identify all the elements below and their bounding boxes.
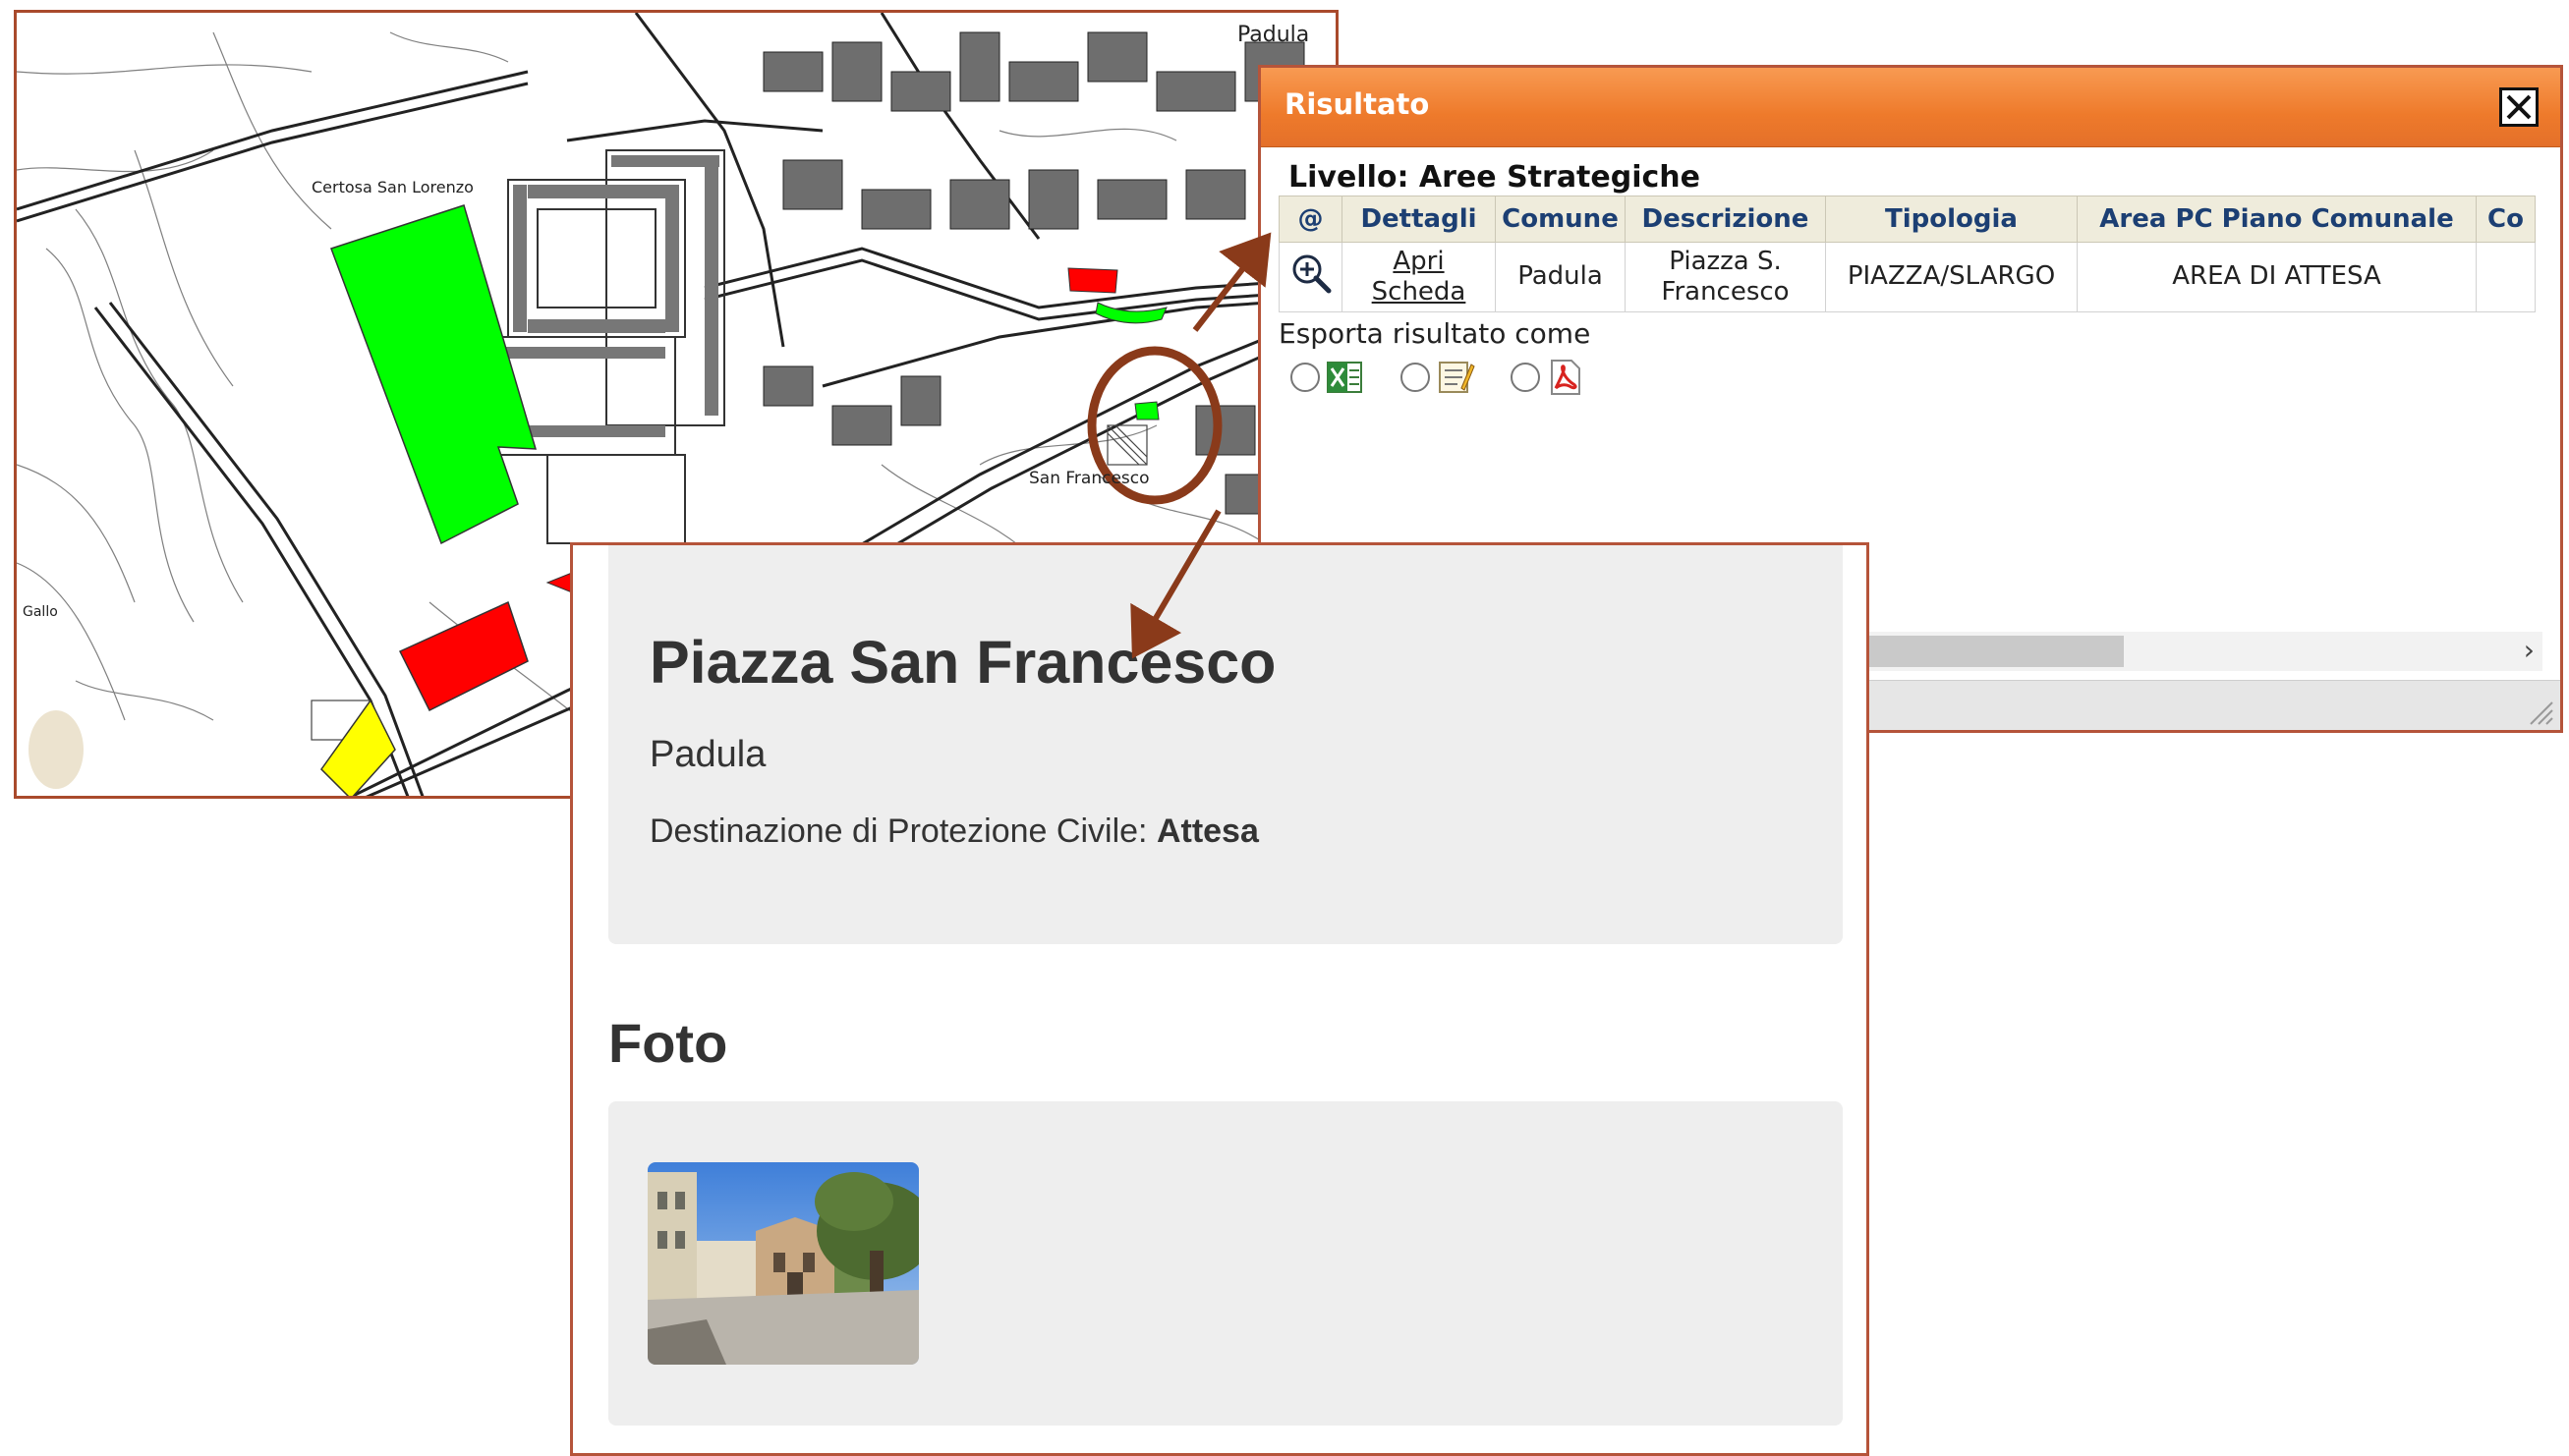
dettagli-cell: Apri Scheda bbox=[1342, 242, 1496, 312]
descrizione-line2: Francesco bbox=[1661, 277, 1790, 307]
text-icon bbox=[1439, 362, 1475, 393]
destinazione-label: Destinazione di Protezione Civile: bbox=[650, 812, 1148, 850]
result-table: @ Dettagli Comune Descrizione Tipologia … bbox=[1279, 196, 2536, 312]
map-label-gallo: Gallo bbox=[23, 604, 58, 620]
photo-thumbnail[interactable] bbox=[648, 1162, 919, 1365]
export-pdf-radio[interactable] bbox=[1511, 363, 1540, 392]
resize-grip-icon[interactable] bbox=[2525, 697, 2554, 726]
map-label-padula: Padula bbox=[1237, 23, 1310, 47]
apri-scheda-link[interactable]: Apri Scheda bbox=[1372, 247, 1466, 307]
level-label: Livello: Aree Strategiche bbox=[1288, 160, 1700, 195]
info-box: Piazza San Francesco Padula Destinazione… bbox=[608, 545, 1843, 944]
table-row: Apri Scheda Padula Piazza S. Francesco P… bbox=[1279, 242, 2536, 312]
descrizione-cell: Piazza S. Francesco bbox=[1625, 242, 1826, 312]
map-label-certosa: Certosa San Lorenzo bbox=[312, 178, 474, 196]
export-text-radio[interactable] bbox=[1400, 363, 1430, 392]
tipologia-cell: PIAZZA/SLARGO bbox=[1825, 242, 2078, 312]
pdf-icon bbox=[1551, 360, 1580, 395]
export-option-pdf[interactable] bbox=[1511, 359, 1585, 396]
place-comune: Padula bbox=[650, 734, 767, 775]
column-header-descrizione[interactable]: Descrizione bbox=[1625, 196, 1826, 243]
close-button[interactable] bbox=[2499, 87, 2539, 127]
zoom-cell[interactable] bbox=[1279, 242, 1342, 312]
export-options bbox=[1290, 359, 1585, 396]
column-header-area-pc[interactable]: Area PC Piano Comunale bbox=[2077, 196, 2477, 243]
excel-icon bbox=[1327, 362, 1362, 393]
column-header-co[interactable]: Co bbox=[2476, 196, 2536, 243]
comune-cell: Padula bbox=[1495, 242, 1626, 312]
destinazione-line: Destinazione di Protezione Civile: Attes… bbox=[650, 812, 1259, 851]
map-label-san-francesco: San Francesco bbox=[1029, 469, 1150, 488]
close-icon bbox=[2506, 94, 2532, 120]
zoom-in-icon[interactable] bbox=[1289, 252, 1333, 295]
destinazione-value: Attesa bbox=[1156, 812, 1259, 850]
scroll-right-button[interactable]: › bbox=[2524, 634, 2535, 666]
result-window-title: Risultato bbox=[1284, 87, 1430, 121]
column-header-dettagli[interactable]: Dettagli bbox=[1342, 196, 1496, 243]
export-excel-radio[interactable] bbox=[1290, 363, 1320, 392]
export-option-excel[interactable] bbox=[1290, 359, 1365, 396]
place-title: Piazza San Francesco bbox=[650, 629, 1277, 696]
column-header-tipologia[interactable]: Tipologia bbox=[1825, 196, 2078, 243]
column-header-comune[interactable]: Comune bbox=[1495, 196, 1626, 243]
export-label: Esporta risultato come bbox=[1279, 317, 1591, 350]
detail-card: Piazza San Francesco Padula Destinazione… bbox=[570, 542, 1869, 1456]
photo-image bbox=[648, 1162, 919, 1365]
descrizione-line1: Piazza S. bbox=[1669, 246, 1782, 276]
co-cell bbox=[2476, 242, 2536, 312]
column-header-at[interactable]: @ bbox=[1279, 196, 1342, 243]
export-option-text[interactable] bbox=[1400, 359, 1475, 396]
area-pc-cell: AREA DI ATTESA bbox=[2077, 242, 2477, 312]
table-header-row: @ Dettagli Comune Descrizione Tipologia … bbox=[1279, 196, 2536, 243]
foto-box bbox=[608, 1101, 1843, 1426]
foto-heading: Foto bbox=[608, 1012, 728, 1074]
apri-scheda-line2: Scheda bbox=[1371, 277, 1466, 307]
result-window-titlebar[interactable]: Risultato bbox=[1261, 68, 2560, 147]
apri-scheda-line1: Apri bbox=[1393, 246, 1445, 276]
